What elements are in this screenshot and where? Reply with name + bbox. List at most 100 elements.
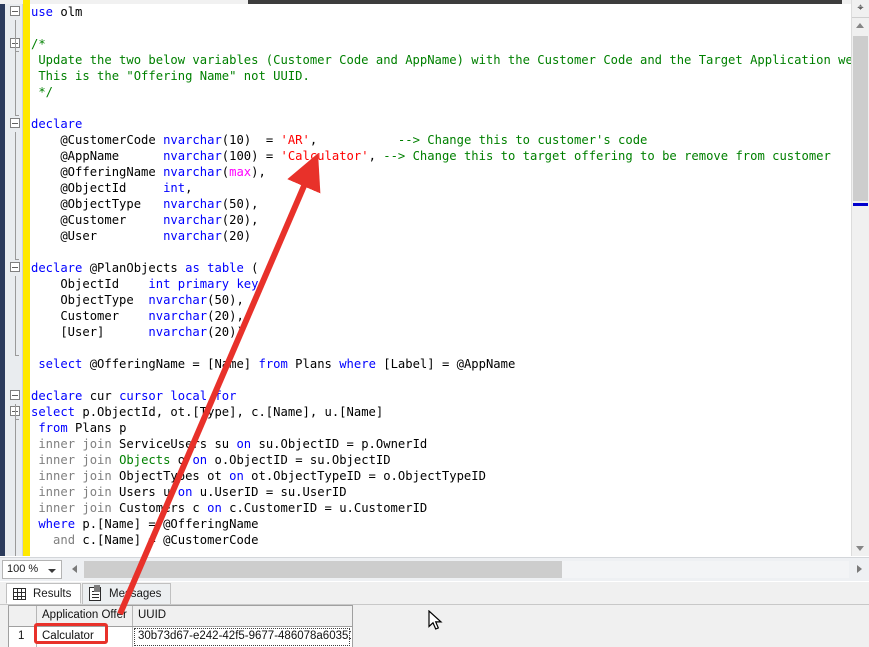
- code-line: from Plans p: [31, 420, 861, 436]
- code-line: inner join Objects o on o.ObjectID = su.…: [31, 452, 861, 468]
- outline-guide-line: [15, 52, 16, 116]
- zoom-level-dropdown[interactable]: 100 %: [2, 560, 62, 579]
- code-token: int: [163, 181, 185, 195]
- message-icon-corner: [94, 585, 100, 592]
- editor-vertical-scrollbar[interactable]: ⌖: [851, 0, 869, 556]
- code-token: declare: [31, 261, 82, 275]
- column-header-rownum[interactable]: [9, 606, 37, 626]
- collapse-toggle-icon[interactable]: [10, 262, 20, 272]
- code-token: nvarchar: [163, 133, 222, 147]
- code-token: cursor local for: [119, 389, 236, 403]
- collapse-toggle-icon[interactable]: [10, 390, 20, 400]
- results-tabstrip: Results Messages: [0, 582, 869, 605]
- code-line: inner join ServiceUsers su on su.ObjectI…: [31, 436, 861, 452]
- code-token: u.UserID = su.UserID: [192, 485, 346, 499]
- code-line: Update the two below variables (Customer…: [31, 52, 861, 68]
- code-token: ServiceUsers su: [112, 437, 237, 451]
- code-line: ObjectType nvarchar(50),: [31, 292, 861, 308]
- code-token: ot.ObjectTypeID = o.ObjectTypeID: [244, 469, 486, 483]
- editor-status-bar: 100 %: [0, 557, 869, 581]
- code-token: --> Change this to customer's code: [398, 133, 647, 147]
- code-token: @OfferingName = [Name]: [82, 357, 258, 371]
- vertical-scroll-thumb[interactable]: [853, 36, 868, 201]
- code-token: ,: [185, 181, 192, 195]
- collapse-toggle-icon[interactable]: [10, 118, 20, 128]
- scroll-left-button[interactable]: [66, 560, 83, 579]
- code-token: from: [258, 357, 287, 371]
- code-line: [31, 244, 861, 260]
- code-line: Customer nvarchar(20),: [31, 308, 861, 324]
- code-token: nvarchar: [148, 293, 207, 307]
- code-token: ,: [310, 133, 398, 147]
- code-token: inner join: [38, 501, 111, 515]
- split-pane-button[interactable]: ⌖: [852, 0, 869, 18]
- query-editor-window: use olm /* Update the two below variable…: [0, 0, 869, 647]
- code-line: @Customer nvarchar(20),: [31, 212, 861, 228]
- code-token: as: [185, 261, 200, 275]
- outline-guide-line: [15, 20, 16, 52]
- code-line: declare: [31, 116, 861, 132]
- horizontal-scroll-thumb[interactable]: [84, 561, 562, 578]
- code-token: ObjectId: [31, 277, 148, 291]
- code-token: declare: [31, 117, 82, 131]
- code-line: inner join ObjectTypes ot on ot.ObjectTy…: [31, 468, 861, 484]
- code-token: inner join: [38, 469, 111, 483]
- tab-messages[interactable]: Messages: [82, 583, 171, 604]
- scroll-right-button[interactable]: [851, 560, 868, 579]
- code-token: inner join: [38, 437, 111, 451]
- code-token: ,: [369, 149, 384, 163]
- code-line: */: [31, 84, 861, 100]
- code-token: --> Change this to target offering to be…: [383, 149, 831, 163]
- code-line: inner join Users u on u.UserID = su.User…: [31, 484, 861, 500]
- code-token: select: [38, 357, 82, 371]
- code-token: @OfferingName: [31, 165, 163, 179]
- chevron-down-icon: [48, 569, 56, 573]
- code-token: from: [38, 421, 67, 435]
- code-line: [31, 100, 861, 116]
- code-line: @OfferingName nvarchar(max),: [31, 164, 861, 180]
- code-token: Users u: [112, 485, 178, 499]
- code-token: Plans: [288, 357, 339, 371]
- code-token: [Label] = @AppName: [376, 357, 515, 371]
- column-header-uuid[interactable]: UUID: [133, 606, 351, 626]
- scroll-up-button[interactable]: [852, 18, 869, 34]
- code-token: table: [207, 261, 244, 275]
- scroll-down-button[interactable]: [852, 540, 869, 556]
- gutter-indicator-strip: [0, 0, 5, 556]
- code-text[interactable]: use olm /* Update the two below variable…: [31, 4, 861, 548]
- code-token: ) =: [244, 133, 281, 147]
- code-token: Plans p: [68, 421, 127, 435]
- outline-guide-line: [15, 420, 16, 556]
- code-line: @ObjectId int,: [31, 180, 861, 196]
- code-line: declare cur cursor local for: [31, 388, 861, 404]
- code-line: [User] nvarchar(20)): [31, 324, 861, 340]
- code-token: (20),: [207, 309, 244, 323]
- code-line: inner join Customers c on c.CustomerID =…: [31, 500, 861, 516]
- code-token: /*: [31, 37, 46, 51]
- collapse-toggle-icon[interactable]: [10, 6, 20, 16]
- code-token: nvarchar: [163, 165, 222, 179]
- code-token: use: [31, 5, 60, 19]
- code-token: inner join: [38, 485, 111, 499]
- code-editor[interactable]: use olm /* Update the two below variable…: [0, 0, 869, 556]
- code-token: p.ObjectId, ot.[Type], c.[Name], u.[Name…: [75, 405, 383, 419]
- code-token: Customers c: [112, 501, 207, 515]
- code-line: @CustomerCode nvarchar(10) = 'AR', --> C…: [31, 132, 861, 148]
- code-token: max: [229, 165, 251, 179]
- tab-results[interactable]: Results: [6, 583, 81, 604]
- code-token: on: [229, 469, 244, 483]
- code-token: This is the "Offering Name" not UUID.: [31, 69, 310, 83]
- code-token: ),: [251, 165, 266, 179]
- chevron-up-icon: [856, 23, 864, 28]
- change-tracking-bar: [23, 0, 30, 556]
- annotation-highlight-box: [34, 623, 108, 644]
- horizontal-scroll-track[interactable]: [84, 561, 849, 578]
- code-line: select p.ObjectId, ot.[Type], c.[Name], …: [31, 404, 861, 420]
- outline-guide-line: [15, 132, 16, 260]
- code-token: cur: [82, 389, 119, 403]
- code-token: nvarchar: [163, 149, 222, 163]
- code-line: @ObjectType nvarchar(50),: [31, 196, 861, 212]
- code-token: */: [31, 85, 53, 99]
- code-token: @Customer: [31, 213, 163, 227]
- cell-uuid[interactable]: 30b73d67-e242-42f5-9677-486078a60351: [133, 627, 351, 647]
